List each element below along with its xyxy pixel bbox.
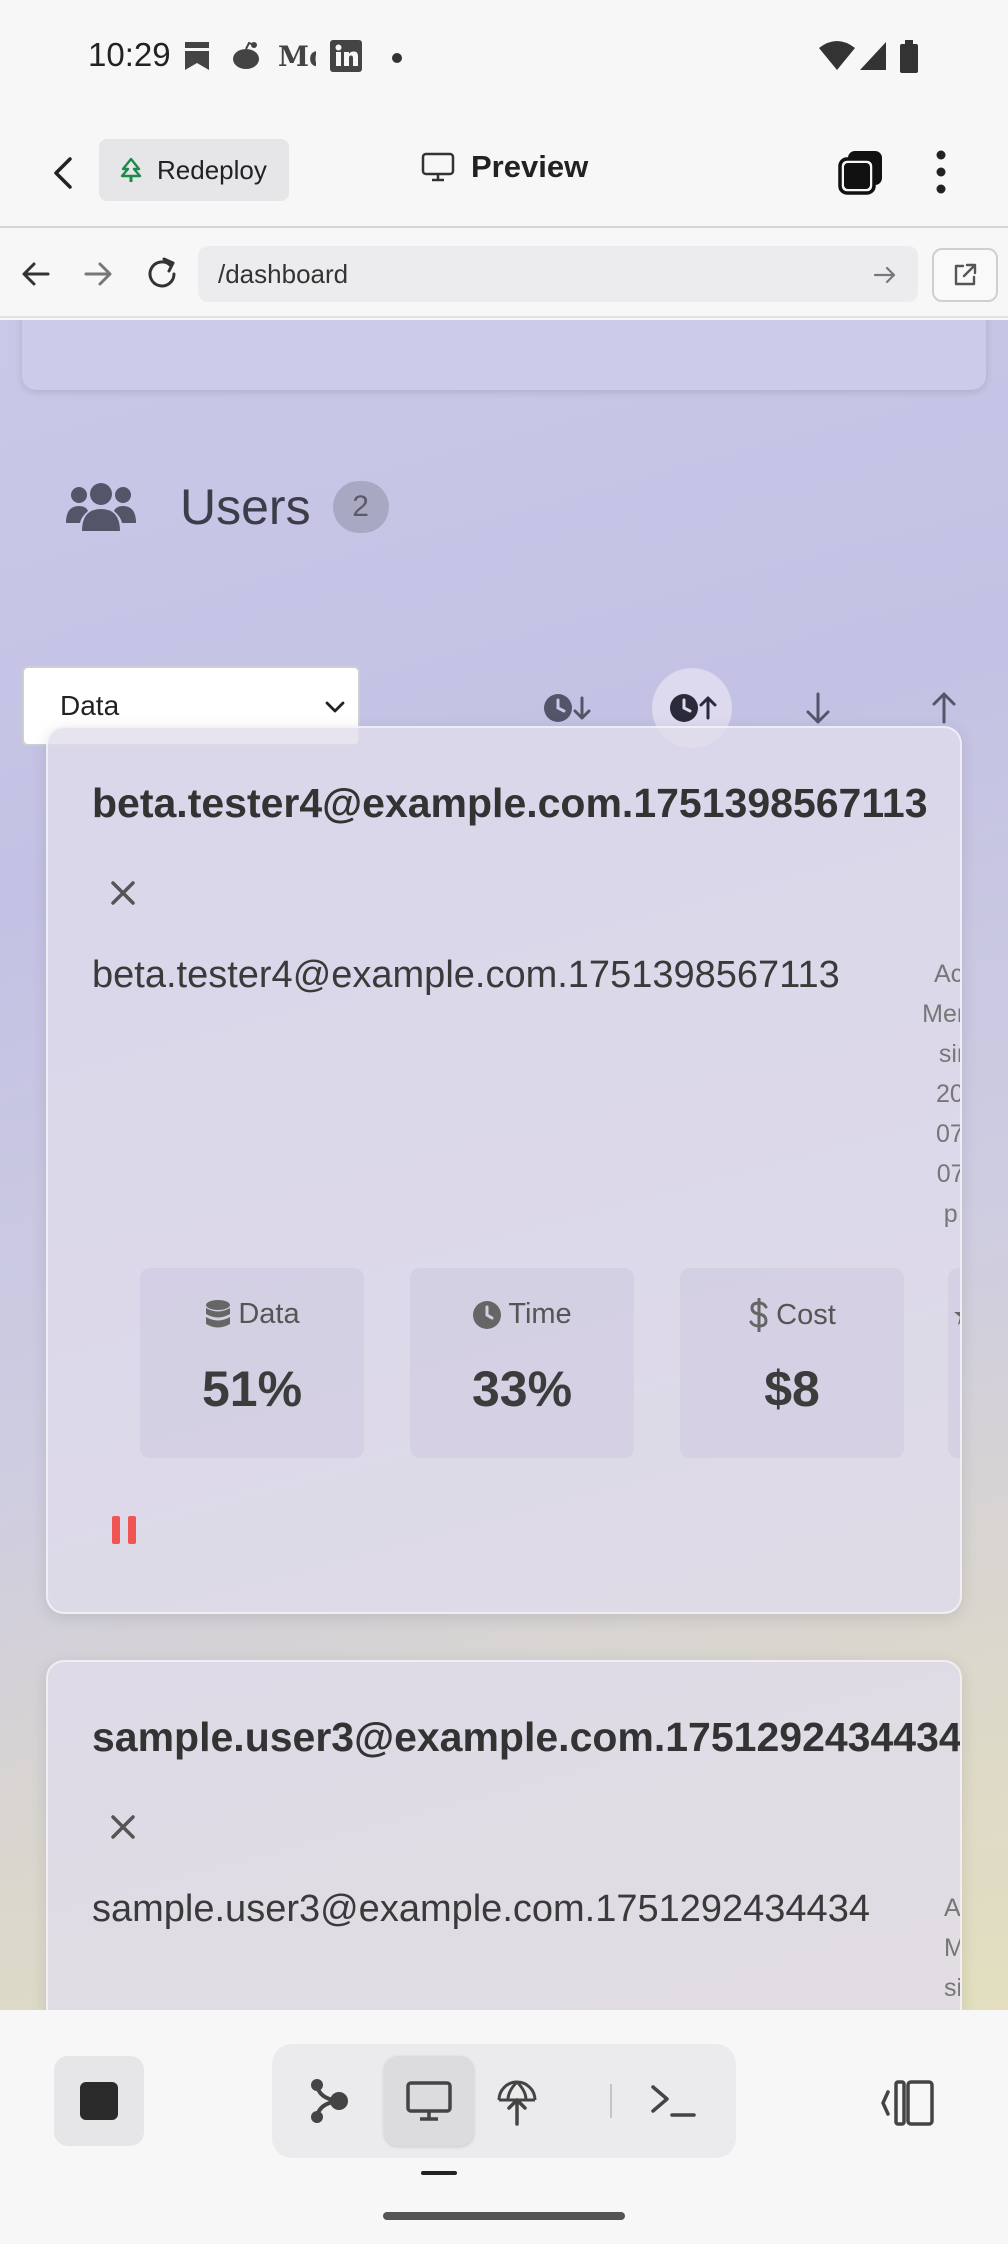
back-arrow-icon[interactable] bbox=[44, 153, 84, 193]
active-tab-indicator bbox=[421, 2171, 457, 2175]
arrow-down-icon bbox=[806, 692, 830, 724]
user-email: sample.user3@example.com.1751292434434 bbox=[92, 1888, 870, 1930]
user-status: Active bbox=[933, 960, 962, 988]
user-card[interactable]: beta.tester4@example.com.1751398567113 b… bbox=[46, 726, 962, 1614]
user-card[interactable]: sample.user3@example.com.1751292434434 s… bbox=[46, 1660, 962, 2010]
cell-signal-icon bbox=[860, 42, 886, 70]
clock-arrow-up-icon bbox=[670, 694, 717, 722]
url-path: /dashboard bbox=[218, 258, 349, 289]
open-external-icon bbox=[954, 263, 977, 286]
filter-selected-value: Data bbox=[60, 690, 120, 721]
arrow-up-icon bbox=[932, 692, 956, 724]
reddit-notification-icon bbox=[233, 41, 259, 69]
stat-label: Time bbox=[508, 1298, 572, 1330]
wifi-icon bbox=[819, 41, 855, 70]
status-bar: 10:29 Mc bbox=[0, 0, 1008, 110]
browser-url-bar: /dashboard bbox=[0, 230, 1008, 318]
dashboard-content: Users 2 Data beta.tester4@example.com.17… bbox=[0, 320, 1008, 2010]
bottom-toolbar bbox=[0, 2010, 1008, 2244]
member-since-line: sinc bbox=[944, 1974, 962, 2002]
member-since-line: 07:36 bbox=[936, 1160, 962, 1188]
console-tab[interactable] bbox=[628, 2056, 718, 2146]
database-icon bbox=[206, 1299, 231, 1327]
member-since-line: since bbox=[938, 1040, 960, 1068]
user-card-title: beta.tester4@example.com.1751398567113 bbox=[92, 780, 928, 826]
users-header: Users 2 bbox=[66, 478, 389, 536]
bookmark-notification-icon bbox=[185, 42, 209, 70]
member-since-line: p.m. bbox=[943, 1200, 960, 1228]
users-count-badge: 2 bbox=[332, 481, 389, 533]
battery-icon bbox=[900, 40, 918, 73]
user-email: beta.tester4@example.com.1751398567113 bbox=[92, 954, 840, 996]
workflow-tab[interactable] bbox=[284, 2056, 374, 2146]
dollar-icon bbox=[749, 1298, 768, 1332]
stat-time: Time 33% bbox=[410, 1268, 634, 1458]
linkedin-notification-icon bbox=[330, 40, 362, 72]
stop-button[interactable] bbox=[54, 2056, 144, 2146]
clock-icon bbox=[473, 1300, 502, 1329]
separator bbox=[610, 2084, 612, 2118]
tabs-icon[interactable] bbox=[838, 149, 884, 195]
workflow-nodes-icon bbox=[311, 2079, 348, 2123]
member-since-line: Member bbox=[922, 1000, 960, 1028]
monitor-icon bbox=[406, 2081, 452, 2121]
preview-label: Preview bbox=[471, 149, 589, 184]
clock-arrow-down-icon bbox=[544, 694, 591, 722]
medium-notification-icon: Mc bbox=[278, 40, 316, 70]
member-since-line: 2025- bbox=[936, 1080, 962, 1108]
user-status: Active bbox=[944, 1894, 961, 1922]
deploy-tab[interactable] bbox=[472, 2056, 562, 2146]
redeploy-tree-icon bbox=[120, 157, 142, 182]
user-meta: Active Member since 2025- 07-01 07:36 p.… bbox=[918, 954, 962, 1234]
stat-cost: Cost $8 bbox=[680, 1268, 904, 1458]
pause-icon[interactable] bbox=[110, 1514, 138, 1546]
stat-extra-partial bbox=[948, 1268, 960, 1458]
go-arrow-icon[interactable] bbox=[872, 262, 898, 288]
more-notifications-dot bbox=[392, 53, 402, 63]
preview-title[interactable]: Preview bbox=[421, 149, 588, 185]
stat-value: $8 bbox=[764, 1361, 820, 1417]
reload-icon[interactable] bbox=[142, 254, 182, 294]
terminal-icon bbox=[651, 2085, 696, 2117]
close-icon[interactable] bbox=[108, 1812, 138, 1842]
member-since-line: 07-01 bbox=[936, 1120, 962, 1148]
stat-data: Data 51% bbox=[140, 1268, 364, 1458]
previous-section-card bbox=[22, 320, 986, 390]
stat-value: 51% bbox=[201, 1361, 303, 1417]
status-time: 10:29 bbox=[88, 36, 171, 73]
close-icon[interactable] bbox=[108, 878, 138, 908]
stat-value: 33% bbox=[471, 1361, 573, 1417]
users-group-icon bbox=[66, 483, 136, 531]
stat-label: Data bbox=[238, 1298, 300, 1330]
preview-tab[interactable] bbox=[384, 2056, 474, 2146]
app-header: Redeploy Preview bbox=[0, 110, 1008, 228]
redeploy-button[interactable]: Redeploy bbox=[99, 139, 289, 201]
monitor-icon bbox=[421, 152, 455, 182]
sidebar-toggle-icon[interactable] bbox=[880, 2078, 936, 2128]
browser-back-icon[interactable] bbox=[16, 254, 56, 294]
chevron-down-icon bbox=[325, 701, 345, 713]
user-meta: Active Mem sinc bbox=[944, 1888, 962, 2008]
users-title: Users bbox=[180, 479, 311, 535]
stop-square-icon bbox=[80, 2082, 118, 2120]
stat-label: Cost bbox=[776, 1298, 836, 1331]
url-input[interactable]: /dashboard bbox=[198, 246, 918, 302]
open-external-button[interactable] bbox=[932, 248, 998, 302]
home-indicator[interactable] bbox=[383, 2212, 625, 2220]
globe-upload-icon bbox=[497, 2080, 537, 2126]
more-options-icon[interactable] bbox=[930, 149, 952, 195]
member-since-line: Mem bbox=[944, 1928, 960, 1968]
redeploy-label: Redeploy bbox=[157, 154, 267, 185]
browser-forward-icon[interactable] bbox=[78, 254, 118, 294]
svg-text:Mc: Mc bbox=[278, 40, 316, 70]
star-icon bbox=[954, 1312, 960, 1325]
user-card-title: sample.user3@example.com.1751292434434 bbox=[92, 1714, 962, 1760]
view-switcher bbox=[272, 2044, 736, 2158]
